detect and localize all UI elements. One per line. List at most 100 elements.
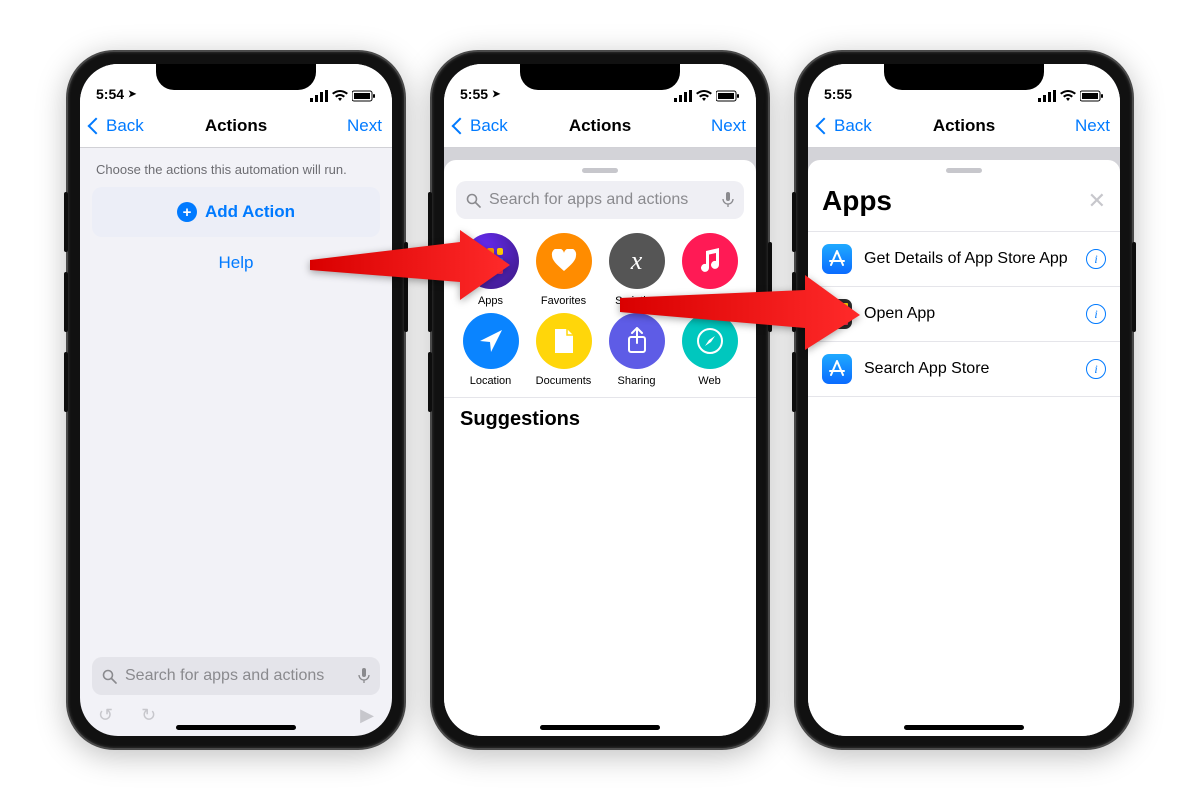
share-icon — [609, 313, 665, 369]
category-favorites[interactable]: Favorites — [527, 233, 600, 307]
phone-frame-2: 5:55 ➤ Back Actions Next — [430, 50, 770, 750]
nav-bar: Back Actions Next — [808, 104, 1120, 148]
chevron-left-icon — [88, 117, 105, 134]
next-button[interactable]: Next — [1075, 116, 1110, 136]
category-media[interactable]: Media — [673, 233, 746, 307]
info-icon[interactable]: i — [1086, 304, 1106, 324]
status-time: 5:55 — [460, 86, 488, 102]
document-icon — [536, 313, 592, 369]
plus-circle-icon: + — [177, 202, 197, 222]
openapp-icon — [822, 299, 852, 329]
list-item-label: Get Details of App Store App — [864, 250, 1068, 268]
bottom-zone: Search for apps and actions ↺ ↻ ▶ — [80, 649, 392, 736]
info-icon[interactable]: i — [1086, 249, 1106, 269]
list-item-label: Open App — [864, 305, 935, 323]
add-action-label: Add Action — [205, 202, 295, 222]
redo-icon[interactable]: ↻ — [141, 705, 156, 726]
search-input[interactable]: Search for apps and actions — [456, 181, 744, 219]
appstore-icon — [822, 244, 852, 274]
sheet-title: Apps — [822, 185, 892, 217]
bottom-toolbar: ↺ ↻ ▶ — [92, 695, 380, 726]
heart-icon — [536, 233, 592, 289]
scripting-icon: x — [609, 233, 665, 289]
undo-icon[interactable]: ↺ — [98, 705, 113, 726]
back-button[interactable]: Back — [818, 116, 872, 136]
mic-icon[interactable] — [722, 192, 734, 208]
back-button[interactable]: Back — [90, 116, 144, 136]
category-scripting[interactable]: x Scripting — [600, 233, 673, 307]
home-indicator[interactable] — [176, 725, 296, 730]
category-location[interactable]: Location — [454, 313, 527, 387]
status-time: 5:55 — [824, 86, 852, 102]
add-action-button[interactable]: + Add Action — [92, 187, 380, 237]
list-item-get-details[interactable]: Get Details of App Store App i — [808, 232, 1120, 287]
status-right — [310, 90, 376, 102]
wifi-icon — [1060, 90, 1076, 102]
help-link[interactable]: Help — [80, 237, 392, 289]
status-right — [674, 90, 740, 102]
category-documents[interactable]: Documents — [527, 313, 600, 387]
notch — [156, 64, 316, 90]
mic-icon[interactable] — [358, 668, 370, 684]
wifi-icon — [332, 90, 348, 102]
phone-frame-3: 5:55 Back Actions Next — [794, 50, 1134, 750]
search-input[interactable]: Search for apps and actions — [92, 657, 380, 695]
status-right — [1038, 90, 1104, 102]
search-placeholder: Search for apps and actions — [489, 191, 688, 209]
phone-frame-1: 5:54 ➤ Back Actions Next Choose the a — [66, 50, 406, 750]
location-arrow-icon: ➤ — [492, 89, 500, 100]
location-icon — [463, 313, 519, 369]
search-placeholder: Search for apps and actions — [125, 667, 324, 685]
play-icon[interactable]: ▶ — [360, 705, 374, 726]
battery-icon — [716, 90, 740, 102]
action-picker-sheet: Search for apps and actions — [444, 160, 756, 736]
screen-3: 5:55 Back Actions Next — [808, 64, 1120, 736]
category-sharing[interactable]: Sharing — [600, 313, 673, 387]
list-item-search-appstore[interactable]: Search App Store i — [808, 342, 1120, 397]
apps-action-list: Get Details of App Store App i Open App — [808, 231, 1120, 397]
music-note-icon — [682, 233, 738, 289]
battery-icon — [1080, 90, 1104, 102]
battery-icon — [352, 90, 376, 102]
screen-1: 5:54 ➤ Back Actions Next Choose the a — [80, 64, 392, 736]
sheet-grabber[interactable] — [946, 168, 982, 173]
nav-bar: Back Actions Next — [80, 104, 392, 148]
notch — [884, 64, 1044, 90]
notch — [520, 64, 680, 90]
sheet-grabber[interactable] — [582, 168, 618, 173]
category-apps[interactable]: Apps — [454, 233, 527, 307]
list-item-open-app[interactable]: Open App i — [808, 287, 1120, 342]
apps-sheet: Apps ✕ Get Details of App Store App i — [808, 160, 1120, 736]
next-button[interactable]: Next — [347, 116, 382, 136]
back-button[interactable]: Back — [454, 116, 508, 136]
content-area: Choose the actions this automation will … — [80, 148, 392, 736]
appstore-icon — [822, 354, 852, 384]
cellular-icon — [674, 90, 692, 102]
apps-icon — [463, 233, 519, 289]
suggestions-header: Suggestions — [444, 397, 756, 441]
back-label: Back — [470, 116, 508, 136]
back-label: Back — [106, 116, 144, 136]
status-time: 5:54 — [96, 86, 124, 102]
cellular-icon — [310, 90, 328, 102]
screen-2: 5:55 ➤ Back Actions Next — [444, 64, 756, 736]
search-icon — [466, 193, 481, 208]
back-label: Back — [834, 116, 872, 136]
search-icon — [102, 669, 117, 684]
info-icon[interactable]: i — [1086, 359, 1106, 379]
chevron-left-icon — [816, 117, 833, 134]
nav-bar: Back Actions Next — [444, 104, 756, 148]
category-web[interactable]: Web — [673, 313, 746, 387]
category-grid: Apps Favorites x Scripting — [444, 233, 756, 397]
cellular-icon — [1038, 90, 1056, 102]
close-button[interactable]: ✕ — [1088, 188, 1106, 214]
chevron-left-icon — [452, 117, 469, 134]
compass-icon — [682, 313, 738, 369]
home-indicator[interactable] — [904, 725, 1024, 730]
home-indicator[interactable] — [540, 725, 660, 730]
location-arrow-icon: ➤ — [128, 89, 136, 100]
list-item-label: Search App Store — [864, 360, 989, 378]
wifi-icon — [696, 90, 712, 102]
next-button[interactable]: Next — [711, 116, 746, 136]
prompt-text: Choose the actions this automation will … — [80, 148, 392, 187]
